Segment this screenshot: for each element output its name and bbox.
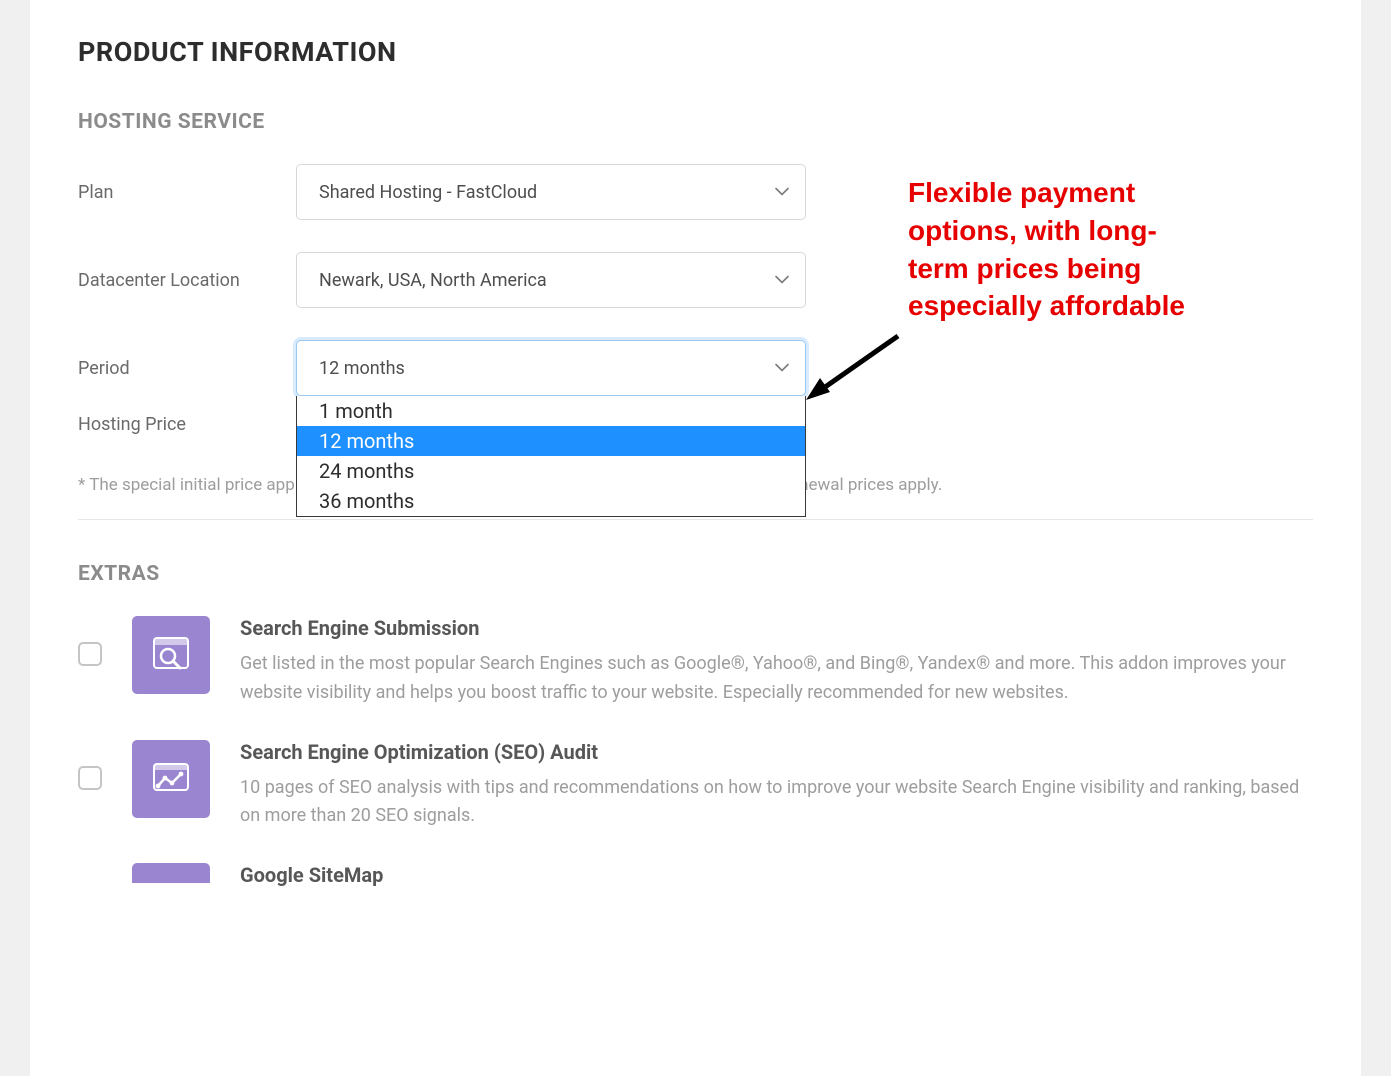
extra-desc: 10 pages of SEO analysis with tips and r… [240,774,1313,832]
extra-checkbox[interactable] [78,642,102,666]
plan-label: Plan [78,182,296,203]
chevron-down-icon [775,188,789,197]
period-option-1m[interactable]: 1 month [297,396,805,426]
extra-checkbox[interactable] [78,766,102,790]
extra-title: Search Engine Optimization (SEO) Audit [240,740,1313,764]
section-divider [78,519,1313,520]
extras-section-title: EXTRAS [78,562,1313,586]
plan-select-value: Shared Hosting - FastCloud [319,182,537,203]
plan-select[interactable]: Shared Hosting - FastCloud [296,164,806,220]
datacenter-select-value: Newark, USA, North America [319,270,547,291]
google-sitemap-icon [132,863,210,883]
chevron-down-icon [775,364,789,373]
extra-row-seo-audit: Search Engine Optimization (SEO) Audit 1… [78,740,1313,832]
period-dropdown: 1 month 12 months 24 months 36 months [296,396,806,517]
annotation-text: Flexible payment options, with long-term… [908,174,1198,325]
search-submission-icon [132,616,210,694]
page-title: PRODUCT INFORMATION [78,36,1313,68]
hosting-section-title: HOSTING SERVICE [78,110,1313,134]
chevron-down-icon [775,276,789,285]
product-information-card: PRODUCT INFORMATION HOSTING SERVICE Plan… [30,0,1361,1076]
period-row: Period 12 months 1 month 12 months 24 mo… [78,340,1313,396]
period-select-value: 12 months [319,358,405,379]
extra-row-search-submission: Search Engine Submission Get listed in t… [78,616,1313,708]
period-option-36m[interactable]: 36 months [297,486,805,516]
period-option-12m[interactable]: 12 months [297,426,805,456]
extra-row-google-sitemap: Google SiteMap [78,863,1313,913]
extra-title: Search Engine Submission [240,616,1313,640]
period-select[interactable]: 12 months [296,340,806,396]
extra-title: Google SiteMap [240,863,1313,887]
period-option-24m[interactable]: 24 months [297,456,805,486]
seo-audit-icon [132,740,210,818]
hosting-price-label: Hosting Price [78,414,296,435]
datacenter-label: Datacenter Location [78,270,296,291]
datacenter-select[interactable]: Newark, USA, North America [296,252,806,308]
period-label: Period [78,358,296,379]
extra-desc: Get listed in the most popular Search En… [240,650,1313,708]
